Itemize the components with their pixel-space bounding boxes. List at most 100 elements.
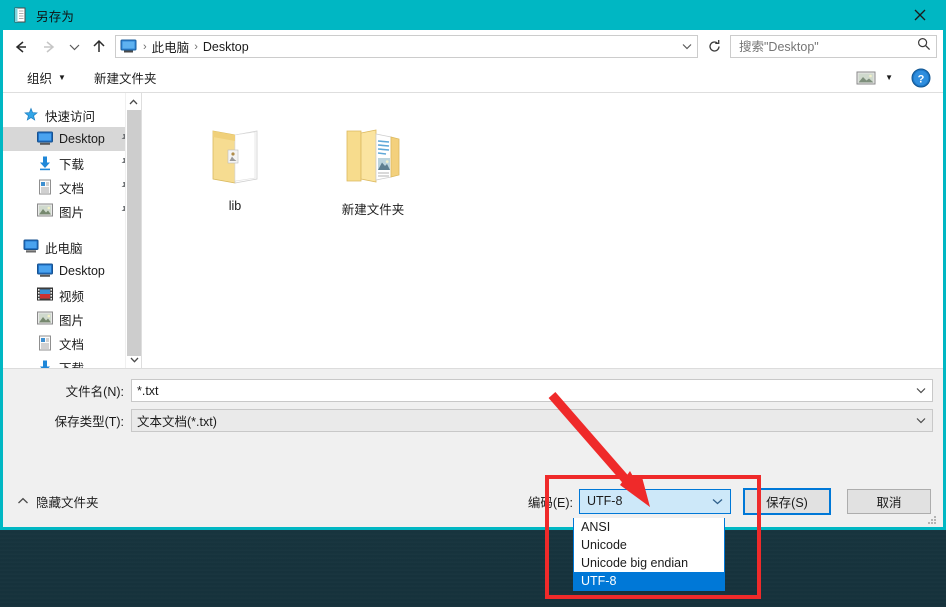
pictures-icon [37,203,53,219]
close-button[interactable] [897,0,943,30]
new-folder-label: 新建文件夹 [93,72,157,86]
save-label: 保存(S) [766,495,808,510]
sidebar-item-label: 下载 [59,157,85,172]
chevron-down-icon: ▼ [58,73,66,82]
chevron-up-icon[interactable] [126,93,141,110]
file-item-lib[interactable]: lib [180,113,290,218]
sidebar-group-label: 快速访问 [45,109,96,124]
command-toolbar: 组织 ▼ 新建文件夹 ▼ ? [3,63,943,93]
folder-open-icon [197,117,273,193]
sidebar-item-label: 图片 [59,313,85,328]
sidebar-group-quick-access[interactable]: 快速访问 [3,103,141,127]
sidebar-group-label: 此电脑 [45,241,83,256]
sidebar-item-pc-pictures[interactable]: 图片 [3,307,141,331]
encoding-option-unicode[interactable]: Unicode [574,536,724,554]
desktop-icon [37,131,53,147]
filetype-row: 保存类型(T): 文本文档(*.txt) [3,409,943,432]
address-dropdown-icon[interactable] [677,36,697,57]
sidebar-scrollbar[interactable] [125,93,141,368]
this-pc-icon [23,239,39,255]
documents-icon [37,179,53,195]
file-list-pane[interactable]: lib 新建文件夹 [141,93,943,368]
organize-label: 组织 [27,72,53,86]
dialog-action-bar: 隐藏文件夹 编码(E): UTF-8 保存(S) 取消 [3,475,943,527]
chevron-up-icon [17,494,29,508]
downloads-icon [37,155,53,171]
search-input[interactable] [739,39,917,54]
help-icon[interactable]: ? [911,68,931,88]
sidebar-item-label: 下载 [59,358,84,369]
svg-text:?: ? [918,73,925,85]
sidebar-item-documents[interactable]: 文档 [3,175,141,199]
sidebar-item-downloads[interactable]: 下载 [3,151,141,175]
sidebar-item-pc-documents[interactable]: 文档 [3,331,141,355]
pictures-icon [37,311,53,327]
star-pin-icon [23,107,39,123]
encoding-option-unicode-big-endian[interactable]: Unicode big endian [574,554,724,572]
breadcrumb-item-desktop[interactable]: Desktop [200,40,252,54]
chevron-down-icon[interactable] [126,351,141,368]
resize-grip[interactable] [927,512,937,524]
dialog-body: 快速访问 Desktop 下载 文档 图片 此电脑 Desktop 视频 图片 … [3,93,943,368]
scrollbar-thumb[interactable] [127,110,141,356]
downloads-icon [37,359,53,368]
file-name: lib [228,199,242,213]
navigation-pane: 快速访问 Desktop 下载 文档 图片 此电脑 Desktop 视频 图片 … [3,93,141,368]
videos-icon [37,287,53,303]
view-options-caret-icon[interactable]: ▼ [885,73,893,82]
option-label: ANSI [581,520,611,534]
recent-locations-button[interactable] [63,33,85,61]
encoding-dropdown-list[interactable]: ANSI Unicode Unicode big endian UTF-8 [573,518,725,591]
title-bar: 另存为 [3,0,943,30]
encoding-option-utf-8[interactable]: UTF-8 [574,572,724,590]
filename-value: *.txt [137,383,159,398]
encoding-option-ansi[interactable]: ANSI [574,518,724,536]
sidebar-item-videos[interactable]: 视频 [3,283,141,307]
file-item-new-folder[interactable]: 新建文件夹 [318,113,428,218]
view-picture-icon[interactable] [855,69,877,87]
sidebar-group-this-pc[interactable]: 此电脑 [3,235,141,259]
chevron-down-icon[interactable] [910,417,932,424]
sidebar-item-label: 文档 [59,337,85,352]
organize-button[interactable]: 组织 ▼ [19,65,74,90]
desktop-icon [37,263,53,279]
window-title: 另存为 [36,9,75,24]
encoding-value: UTF-8 [587,494,623,508]
chevron-down-icon[interactable] [712,494,723,508]
cancel-label: 取消 [876,495,902,510]
address-bar[interactable]: › 此电脑 › Desktop [115,35,698,58]
encoding-combobox[interactable]: UTF-8 [579,488,731,514]
breadcrumb-separator: › [194,40,198,53]
up-button[interactable] [85,33,113,61]
filename-input[interactable]: *.txt [131,379,933,402]
sidebar-item-pc-desktop[interactable]: Desktop [3,259,141,283]
sidebar-item-desktop[interactable]: Desktop [3,127,141,151]
sidebar-item-label: 视频 [59,289,85,304]
new-folder-button[interactable]: 新建文件夹 [86,65,165,90]
search-icon[interactable] [917,37,931,56]
navigation-bar: › 此电脑 › Desktop [3,30,943,63]
sidebar-item-pictures[interactable]: 图片 [3,199,141,223]
documents-icon [37,335,53,351]
sidebar-item-pc-downloads[interactable]: 下载 [3,355,141,368]
option-label: Unicode big endian [581,556,689,570]
file-name-form: 文件名(N): *.txt 保存类型(T): 文本文档(*.txt) [3,368,943,475]
search-box[interactable] [730,35,937,58]
option-label: UTF-8 [581,574,617,588]
back-button[interactable] [7,33,35,61]
file-name: 新建文件夹 [341,203,405,217]
filetype-value: 文本文档(*.txt) [137,415,217,429]
toolbar-right-group: ▼ ? [855,68,943,88]
forward-button[interactable] [35,33,63,61]
chevron-down-icon[interactable] [910,387,932,394]
cancel-button[interactable]: 取消 [847,488,931,514]
refresh-button[interactable] [702,35,726,58]
hide-folders-button[interactable]: 隐藏文件夹 [17,492,99,511]
filetype-label: 保存类型(T): [54,415,124,429]
save-button[interactable]: 保存(S) [743,487,831,515]
filename-label: 文件名(N): [65,385,124,399]
folder-media-icon [335,117,411,193]
save-as-dialog: 另存为 › 此电脑 › Desktop 搜索"Desktop" 组织 ▼ 新建文… [0,0,946,530]
filetype-combobox[interactable]: 文本文档(*.txt) [131,409,933,432]
breadcrumb-item-this-pc[interactable]: 此电脑 [149,37,193,56]
